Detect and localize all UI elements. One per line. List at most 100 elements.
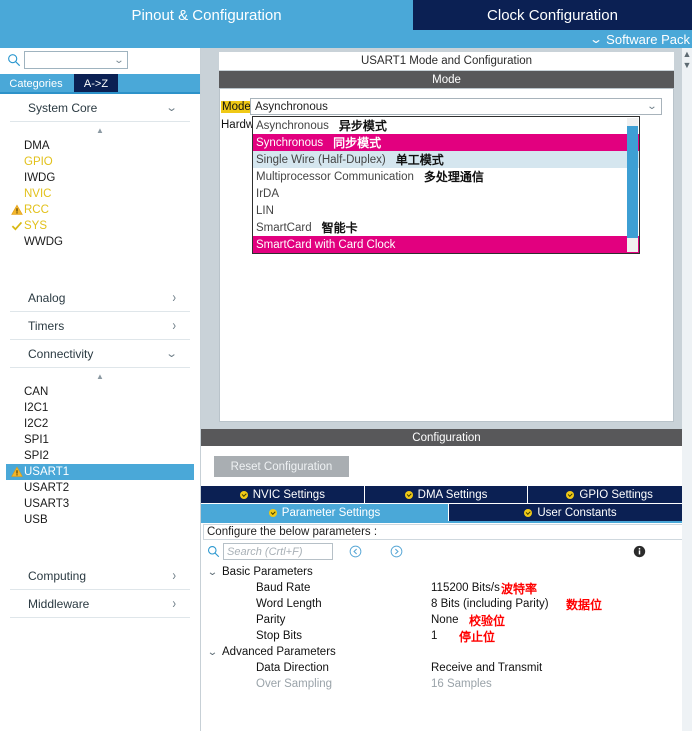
sidebar-group-computing[interactable]: Computing › (10, 562, 190, 590)
tab-label: DMA Settings (417, 488, 488, 501)
sidebar-group-timers[interactable]: Timers › (10, 312, 190, 340)
parameter-row[interactable]: Baud Rate 115200 Bits/s 波特率 (201, 580, 692, 596)
sidebar-search-combo[interactable]: ⌄ (24, 51, 128, 69)
tab-user-constants[interactable]: User Constants (449, 504, 692, 521)
dropdown-option-synchronous[interactable]: Synchronous 同步模式 (253, 134, 639, 151)
panel-title-label: USART1 Mode and Configuration (360, 55, 533, 67)
chevron-left-circle-icon[interactable] (349, 545, 362, 558)
parameter-name: Over Sampling (256, 678, 333, 690)
sidebar-item-usart3[interactable]: USART3 (0, 496, 200, 512)
software-packs-menu[interactable]: ⌄ Software Pack (589, 30, 690, 48)
sidebar-item-spi2[interactable]: SPI2 (0, 448, 200, 464)
parameter-value[interactable]: None (431, 614, 459, 626)
dropdown-option-multiprocessor-communication[interactable]: Multiprocessor Communication 多处理通信 (253, 168, 639, 185)
parameter-value[interactable]: 115200 Bits/s (431, 582, 500, 594)
parameter-value[interactable]: 16 Samples (431, 678, 492, 690)
dropdown-option-asynchronous[interactable]: Asynchronous 异步模式 (253, 117, 639, 134)
sidebar-item-gpio[interactable]: GPIO (0, 154, 200, 170)
parameter-row[interactable]: Stop Bits 1 停止位 (201, 628, 692, 644)
chevron-down-icon[interactable]: ⌄ (640, 101, 663, 112)
parameter-group-basic-parameters[interactable]: ⌄ Basic Parameters (201, 564, 692, 580)
reset-configuration-button[interactable]: Reset Configuration (214, 456, 349, 477)
mode-dropdown-list[interactable]: Asynchronous 异步模式 Synchronous 同步模式 Single Wi… (252, 116, 640, 254)
sidebar-item-iwdg[interactable]: IWDG (0, 170, 200, 186)
parameter-value[interactable]: 1 (431, 630, 437, 642)
parameter-group-advanced-parameters[interactable]: ⌄ Advanced Parameters (201, 644, 692, 660)
parameter-row[interactable]: Parity None 校验位 (201, 612, 692, 628)
dropdown-scrollbar-thumb[interactable] (627, 126, 638, 238)
sidebar-tab-categories[interactable]: Categories (2, 74, 70, 93)
parameter-value[interactable]: 8 Bits (including Parity) (431, 598, 549, 610)
check-circle-icon (566, 490, 575, 499)
dropdown-option-smartcard-with-card-clock[interactable]: SmartCard with Card Clock (253, 236, 639, 253)
chevron-down-icon[interactable]: ⌄ (165, 101, 177, 114)
dropdown-option-label: Asynchronous (256, 119, 329, 132)
parameter-row[interactable]: Data Direction Receive and Transmit (201, 660, 692, 676)
sidebar-item-rcc[interactable]: RCC (0, 202, 200, 218)
sidebar-item-label: USART3 (24, 498, 70, 510)
mode-select-value: Asynchronous (255, 100, 328, 113)
sidebar-group-label: Middleware (28, 596, 90, 611)
tab-pinout-configuration[interactable]: Pinout & Configuration (0, 0, 413, 30)
parameter-group-label: Advanced Parameters (222, 646, 336, 658)
sidebar-group-middleware[interactable]: Middleware › (10, 590, 190, 618)
sidebar-item-i2c1[interactable]: I2C1 (0, 400, 200, 416)
sidebar-item-usart1[interactable]: USART1 (6, 464, 194, 480)
dropdown-option-irda[interactable]: IrDA (253, 185, 639, 202)
sidebar-scroll-spinner[interactable]: ▲ (0, 122, 200, 138)
parameter-name: Parity (256, 614, 286, 626)
sidebar-item-label: USART2 (24, 482, 70, 494)
dropdown-option-smartcard[interactable]: SmartCard 智能卡 (253, 219, 639, 236)
configuration-section-body: Reset Configuration NVIC Settings DMA Set… (201, 446, 692, 731)
chevron-right-icon[interactable]: › (172, 289, 176, 305)
sidebar-item-label: CAN (24, 386, 49, 398)
check-circle-icon (268, 508, 277, 517)
parameter-annotation: 停止位 (459, 629, 496, 644)
sidebar-group-system-core[interactable]: System Core ⌄ (10, 94, 190, 122)
sidebar-tab-a-to-z[interactable]: A->Z (74, 74, 118, 93)
parameter-row[interactable]: Over Sampling 16 Samples (201, 676, 692, 692)
configuration-tabs-row-2: Parameter Settings User Constants (201, 504, 692, 521)
chevron-down-icon[interactable]: ⌄ (207, 647, 224, 658)
scroll-arrow-up-icon[interactable]: ▲ (682, 48, 692, 59)
tab-dma-settings[interactable]: DMA Settings (364, 486, 529, 503)
parameter-row[interactable]: Word Length 8 Bits (including Parity) 数据位 (201, 596, 692, 612)
tab-parameter-settings[interactable]: Parameter Settings (201, 504, 449, 521)
dropdown-scrollbar[interactable] (627, 118, 638, 252)
info-icon[interactable] (633, 545, 646, 558)
mode-section-header-label: Mode (432, 73, 461, 86)
tab-gpio-settings[interactable]: GPIO Settings (528, 486, 692, 503)
chevron-down-icon[interactable]: ⌄ (109, 55, 130, 66)
sidebar-item-spi1[interactable]: SPI1 (0, 432, 200, 448)
tab-nvic-settings[interactable]: NVIC Settings (201, 486, 365, 503)
sidebar-item-can[interactable]: CAN (0, 384, 200, 400)
parameter-value[interactable]: Receive and Transmit (431, 662, 542, 674)
sidebar-scroll-spinner[interactable]: ▲ (0, 368, 200, 384)
chevron-down-icon[interactable]: ⌄ (207, 567, 224, 578)
sidebar-item-usart2[interactable]: USART2 (0, 480, 200, 496)
software-packs-label: Software Pack (606, 31, 690, 47)
sidebar-item-dma[interactable]: DMA (0, 138, 200, 154)
sidebar-item-i2c2[interactable]: I2C2 (0, 416, 200, 432)
top-tab-bar: Pinout & Configuration Clock Configurati… (0, 0, 692, 48)
tab-clock-configuration[interactable]: Clock Configuration (413, 0, 692, 30)
dropdown-option-single-wire-half-duplex[interactable]: Single Wire (Half-Duplex) 单工模式 (253, 151, 639, 168)
sidebar-item-label: I2C2 (24, 418, 49, 430)
sidebar-item-usb[interactable]: USB (0, 512, 200, 528)
chevron-right-icon[interactable]: › (172, 567, 176, 583)
sidebar-group-analog[interactable]: Analog › (10, 284, 190, 312)
sidebar-item-sys[interactable]: SYS (0, 218, 200, 234)
chevron-down-icon[interactable]: ⌄ (165, 347, 177, 360)
chevron-right-circle-icon[interactable] (390, 545, 403, 558)
mode-select[interactable]: Asynchronous ⌄ (250, 98, 662, 115)
dropdown-option-lin[interactable]: LIN (253, 202, 639, 219)
parameter-search-input[interactable]: Search (Crtl+F) (223, 543, 333, 560)
sidebar-group-connectivity[interactable]: Connectivity ⌄ (10, 340, 190, 368)
chevron-right-icon[interactable]: › (172, 595, 176, 611)
sidebar-item-wwdg[interactable]: WWDG (0, 234, 200, 250)
sidebar-item-nvic[interactable]: NVIC (0, 186, 200, 202)
configure-note-label: Configure the below parameters : (207, 526, 378, 538)
right-edge-scrollbar[interactable]: ▲ ▼ (682, 48, 692, 731)
scroll-arrow-down-icon[interactable]: ▼ (682, 59, 692, 70)
chevron-right-icon[interactable]: › (172, 317, 176, 333)
